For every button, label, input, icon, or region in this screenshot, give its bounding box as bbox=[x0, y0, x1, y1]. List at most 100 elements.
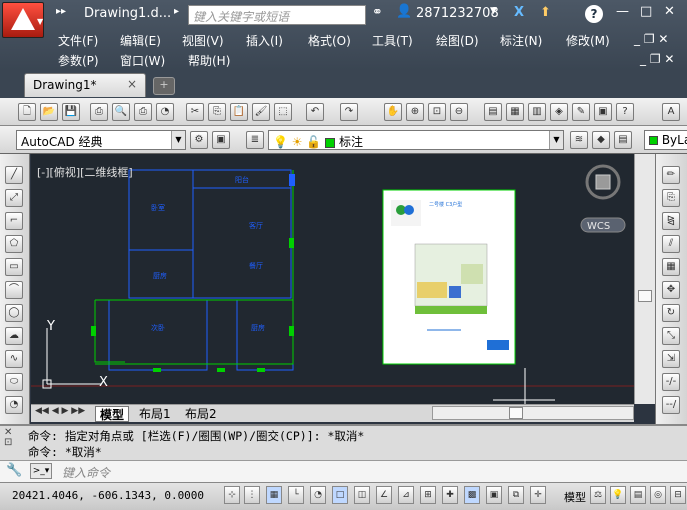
quick-properties-icon[interactable]: ▣ bbox=[486, 486, 502, 504]
open-icon[interactable]: 📂 bbox=[40, 103, 58, 121]
scroll-thumb[interactable] bbox=[638, 290, 652, 302]
tool-palettes-icon[interactable]: ▥ bbox=[528, 103, 546, 121]
app-menu-button[interactable]: ▼ bbox=[2, 2, 44, 38]
ortho-icon[interactable]: └ bbox=[288, 486, 304, 504]
viewport-controls[interactable]: [-][俯视][二维线框] bbox=[37, 164, 133, 180]
coordinate-readout[interactable]: 20421.4046, -606.1343, 0.0000 bbox=[12, 489, 204, 502]
tab-layout1[interactable]: 布局1 bbox=[135, 406, 175, 422]
search-input[interactable]: 键入关键字或短语 bbox=[188, 5, 366, 25]
help-toolbar-icon[interactable]: ? bbox=[616, 103, 634, 121]
layer-states-icon[interactable]: ▤ bbox=[614, 131, 632, 149]
markup-icon[interactable]: ✎ bbox=[572, 103, 590, 121]
tab-model[interactable]: 模型 bbox=[95, 406, 130, 422]
redo-icon[interactable]: ↷ bbox=[340, 103, 358, 121]
tab-drawing1[interactable]: Drawing1* × bbox=[24, 73, 146, 97]
rotate-icon[interactable]: ↻ bbox=[662, 304, 680, 322]
menu-file[interactable]: 文件(F) bbox=[58, 32, 98, 49]
rectangle-icon[interactable]: ▭ bbox=[5, 258, 23, 276]
selection-cycling-icon[interactable]: ⧉ bbox=[508, 486, 524, 504]
dyn-icon[interactable]: ⊞ bbox=[420, 486, 436, 504]
trim-icon[interactable]: -/- bbox=[662, 373, 680, 391]
construction-line-icon[interactable]: ⤢ bbox=[5, 189, 23, 207]
circle-icon[interactable]: ◯ bbox=[5, 304, 23, 322]
zoom-previous-icon[interactable]: ⊖ bbox=[450, 103, 468, 121]
move-icon[interactable]: ✥ bbox=[662, 281, 680, 299]
model-space-button[interactable]: 模型 bbox=[564, 489, 586, 505]
lightbulb-icon[interactable]: 💡 bbox=[610, 486, 626, 504]
wrench-icon[interactable]: 🔧 bbox=[6, 463, 22, 478]
horizontal-scrollbar[interactable] bbox=[432, 406, 634, 420]
grip-selected[interactable] bbox=[289, 174, 295, 186]
grip[interactable] bbox=[289, 326, 294, 336]
new-tab-button[interactable]: + bbox=[153, 77, 175, 95]
offset-icon[interactable]: ⫽ bbox=[662, 235, 680, 253]
extend-icon[interactable]: --/ bbox=[662, 396, 680, 414]
polyline-icon[interactable]: ⌐ bbox=[5, 212, 23, 230]
spline-icon[interactable]: ∿ bbox=[5, 350, 23, 368]
new-icon[interactable]: 🗋 bbox=[18, 103, 36, 121]
close-icon[interactable]: × bbox=[127, 77, 137, 91]
ellipse-icon[interactable]: ⬭ bbox=[5, 373, 23, 391]
copy-object-icon[interactable]: ⎘ bbox=[662, 189, 680, 207]
otrack-icon[interactable]: ∠ bbox=[376, 486, 392, 504]
command-input[interactable]: 键入命令 bbox=[58, 462, 618, 480]
3dosnap-icon[interactable]: ◫ bbox=[354, 486, 370, 504]
save-icon[interactable]: 💾 bbox=[62, 103, 80, 121]
close-button[interactable]: ✕ bbox=[664, 4, 675, 19]
tab-nav-icons[interactable]: ◀◀ ◀ ▶ ▶▶ bbox=[35, 406, 85, 416]
pan-icon[interactable]: ✋ bbox=[384, 103, 402, 121]
grip[interactable] bbox=[91, 326, 96, 336]
publish-icon[interactable]: ◔ bbox=[156, 103, 174, 121]
minimize-button[interactable]: — bbox=[616, 4, 629, 19]
help-icon[interactable]: ? bbox=[585, 5, 603, 23]
doc-restore-button[interactable]: _ ❐ ✕ bbox=[640, 52, 674, 66]
gear-icon[interactable]: ⚙ bbox=[190, 131, 208, 149]
doc-minimize-button[interactable]: _ ❐ ✕ bbox=[634, 32, 668, 46]
binoculars-icon[interactable]: ⚭ bbox=[372, 5, 383, 20]
zoom-window-icon[interactable]: ⊡ bbox=[428, 103, 446, 121]
hardware-acceleration-icon[interactable]: ▤ bbox=[630, 486, 646, 504]
isolate-icon[interactable]: ◎ bbox=[650, 486, 666, 504]
vertical-scrollbar[interactable] bbox=[634, 154, 655, 404]
block-icon[interactable]: ⬚ bbox=[274, 103, 292, 121]
color-select[interactable]: ByLa bbox=[644, 130, 687, 150]
style-icon[interactable]: A bbox=[662, 103, 680, 121]
menu-draw[interactable]: 绘图(D) bbox=[436, 32, 479, 49]
annotation-monitor-icon[interactable]: ✛ bbox=[530, 486, 546, 504]
lineweight-icon[interactable]: ✚ bbox=[442, 486, 458, 504]
maximize-button[interactable]: □ bbox=[640, 4, 652, 19]
revcloud-icon[interactable]: ☁ bbox=[5, 327, 23, 345]
scale-icon[interactable]: ⤡ bbox=[662, 327, 680, 345]
user-id[interactable]: 2871232708 bbox=[416, 6, 499, 21]
line-icon[interactable]: ╱ bbox=[5, 166, 23, 184]
preview-icon[interactable]: 🔍 bbox=[112, 103, 130, 121]
layer-manager-icon[interactable]: ≣ bbox=[246, 131, 264, 149]
exchange-icon[interactable]: X bbox=[514, 5, 524, 20]
annotation-scale-icon[interactable]: ⚖ bbox=[590, 486, 606, 504]
cut-icon[interactable]: ✂ bbox=[186, 103, 204, 121]
layer-previous-icon[interactable]: ◆ bbox=[592, 131, 610, 149]
command-prompt-icon[interactable]: >_▾ bbox=[30, 463, 52, 479]
undo-icon[interactable]: ↶ bbox=[306, 103, 324, 121]
design-center-icon[interactable]: ▦ bbox=[506, 103, 524, 121]
polar-icon[interactable]: ◔ bbox=[310, 486, 326, 504]
menu-window[interactable]: 窗口(W) bbox=[120, 52, 165, 69]
menu-help[interactable]: 帮助(H) bbox=[188, 52, 230, 69]
matchprop-icon[interactable]: 🖌 bbox=[252, 103, 270, 121]
menu-modify[interactable]: 修改(M) bbox=[566, 32, 610, 49]
tab-layout2[interactable]: 布局2 bbox=[181, 406, 221, 422]
sheet-set-icon[interactable]: ◈ bbox=[550, 103, 568, 121]
menu-dimension[interactable]: 标注(N) bbox=[500, 32, 542, 49]
menu-parameter[interactable]: 参数(P) bbox=[58, 52, 99, 69]
print-icon[interactable]: ⎙ bbox=[90, 103, 108, 121]
make-current-layer-icon[interactable]: ≋ bbox=[570, 131, 588, 149]
mirror-icon[interactable]: ⧎ bbox=[662, 212, 680, 230]
menu-tools[interactable]: 工具(T) bbox=[372, 32, 413, 49]
grid-icon[interactable]: ▦ bbox=[266, 486, 282, 504]
menu-view[interactable]: 视图(V) bbox=[182, 32, 224, 49]
paste-icon[interactable]: 📋 bbox=[230, 103, 248, 121]
zoom-realtime-icon[interactable]: ⊕ bbox=[406, 103, 424, 121]
dropdown-icon[interactable]: ▼ bbox=[490, 6, 497, 16]
erase-icon[interactable]: ✏ bbox=[662, 166, 680, 184]
grip[interactable] bbox=[289, 238, 294, 248]
